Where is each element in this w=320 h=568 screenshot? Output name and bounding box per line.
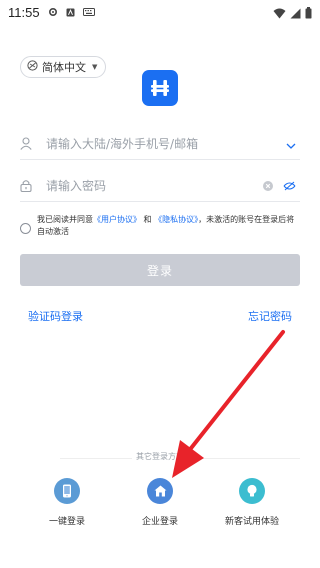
agreement-and: 和 [143, 215, 152, 224]
one-key-login-button[interactable]: 一键登录 [22, 478, 112, 527]
language-selector[interactable]: 简体中文 ▼ [20, 56, 107, 78]
agreement-row: 我已阅读并同意《用户协议》 和 《隐私协议》，未激活的账号在登录后将自动激活 [20, 214, 300, 238]
signal-icon [290, 4, 301, 23]
phone-icon [54, 478, 80, 504]
sms-login-link[interactable]: 验证码登录 [28, 308, 83, 324]
keyboard-icon [82, 8, 95, 16]
agreement-text: 我已阅读并同意《用户协议》 和 《隐私协议》，未激活的账号在登录后将自动激活 [37, 214, 300, 238]
wifi-icon [273, 4, 286, 23]
one-key-login-label: 一键登录 [48, 517, 85, 527]
other-login-title-text: 其它登录方式 [132, 452, 188, 461]
user-agreement-link[interactable]: 《用户协议》 [93, 215, 141, 224]
language-icon [27, 60, 38, 74]
status-time: 11:55 [8, 4, 40, 20]
agreement-checkbox[interactable] [20, 223, 31, 234]
language-label: 简体中文 [42, 61, 86, 74]
enterprise-login-label: 企业登录 [141, 517, 178, 527]
password-field[interactable]: 请输入密码 [20, 170, 300, 202]
caret-down-icon: ▼ [92, 63, 98, 71]
lock-icon [20, 179, 42, 192]
enterprise-login-button[interactable]: 企业登录 [115, 478, 205, 527]
status-bar: 11:55 [0, 0, 320, 24]
guest-trial-label: 新客试用体验 [224, 517, 279, 527]
forgot-password-link[interactable]: 忘记密码 [248, 308, 292, 324]
settings-icon [48, 7, 58, 17]
battery-icon [305, 4, 312, 23]
app-notification-icon [66, 8, 75, 17]
user-icon [20, 137, 42, 150]
other-login-title: 其它登录方式 [0, 451, 320, 462]
account-field[interactable]: 请输入大陆/海外手机号/邮箱 [20, 128, 300, 160]
password-input[interactable]: 请输入密码 [42, 177, 263, 194]
eye-hidden-icon[interactable] [283, 176, 296, 195]
login-button[interactable]: 登录 [20, 254, 300, 286]
app-logo [142, 70, 178, 106]
guest-trial-button[interactable]: 新客试用体验 [207, 478, 297, 527]
privacy-policy-link[interactable]: 《隐私协议》 [154, 215, 198, 224]
account-input[interactable]: 请输入大陆/海外手机号/邮箱 [42, 135, 286, 152]
home-icon [147, 478, 173, 504]
bulb-icon [239, 478, 265, 504]
agreement-prefix: 我已阅读并同意 [37, 215, 93, 224]
clear-icon[interactable] [263, 176, 273, 195]
chevron-down-icon[interactable] [286, 134, 296, 153]
